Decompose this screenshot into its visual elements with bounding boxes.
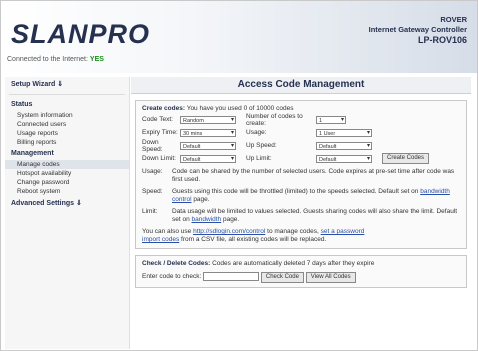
check-codes-title: Check / Delete Codes: bbox=[142, 260, 211, 267]
sidebar-item-billing-reports[interactable]: Billing reports bbox=[5, 138, 129, 147]
help-speed-key: Speed: bbox=[142, 188, 163, 195]
help-speed: Speed: Guests using this code will be th… bbox=[142, 188, 460, 204]
app-window: SLANPRO Connected to the Internet: YES R… bbox=[0, 0, 478, 351]
create-codes-title: Create codes: bbox=[142, 105, 185, 112]
num-codes-label: Number of codes to create: bbox=[246, 112, 303, 127]
check-codes-info: Codes are automatically deleted 7 days a… bbox=[212, 260, 375, 267]
help-speed-pre: Guests using this code will be throttled… bbox=[172, 188, 421, 195]
help-limit-post: page. bbox=[221, 216, 240, 223]
check-codes-panel: Check / Delete Codes: Codes are automati… bbox=[135, 255, 467, 289]
form-row: Down Speed: Default Up Speed: Default bbox=[142, 138, 460, 153]
form-row: Expiry Time: 30 mins Usage: 1 User bbox=[142, 127, 460, 138]
manage-note-mid: to manage codes, bbox=[265, 228, 321, 235]
up-speed-label: Up Speed: bbox=[246, 142, 277, 149]
sidebar-setup-wizard[interactable]: Setup Wizard ⇓ bbox=[5, 77, 129, 91]
code-text-label: Code Text: bbox=[142, 116, 173, 123]
sidebar-item-change-password[interactable]: Change password bbox=[5, 178, 129, 187]
check-code-button[interactable]: Check Code bbox=[260, 272, 304, 284]
sidebar-item-hotspot-availability[interactable]: Hotspot availability bbox=[5, 169, 129, 178]
help-usage: Usage: Code can be shared by the number … bbox=[142, 168, 460, 184]
help-speed-post: page. bbox=[191, 196, 210, 203]
main-content: Access Code Management Create codes: You… bbox=[131, 77, 471, 349]
bandwidth-link[interactable]: bandwidth bbox=[192, 216, 222, 223]
up-speed-select[interactable]: Default bbox=[316, 141, 372, 150]
manage-note-pre: You can also use bbox=[142, 228, 194, 235]
brand-logo: SLANPRO bbox=[11, 19, 151, 49]
sidebar-advanced-settings[interactable]: Advanced Settings ⇓ bbox=[5, 196, 129, 210]
page-title: Access Code Management bbox=[131, 77, 471, 94]
connection-status: Connected to the Internet: YES bbox=[7, 56, 104, 63]
help-limit-key: Limit: bbox=[142, 208, 158, 215]
header: SLANPRO Connected to the Internet: YES R… bbox=[1, 1, 477, 73]
import-codes-link[interactable]: import codes bbox=[142, 236, 179, 243]
check-row: Enter code to check: Check Code View All… bbox=[142, 272, 460, 284]
help-limit-text: Data usage will be limited to values sel… bbox=[172, 208, 460, 224]
product-name: ROVER bbox=[440, 15, 467, 24]
expiry-label: Expiry Time: bbox=[142, 129, 178, 136]
usage-select[interactable]: 1 User bbox=[316, 128, 372, 137]
up-limit-select[interactable]: Default bbox=[316, 154, 372, 163]
divider bbox=[9, 94, 125, 95]
sidebar-item-system-information[interactable]: System information bbox=[5, 111, 129, 120]
product-model: LP-ROV106 bbox=[417, 35, 467, 45]
down-limit-label: Down Limit: bbox=[142, 155, 176, 162]
help-usage-text: Code can be shared by the number of sele… bbox=[172, 168, 455, 183]
expiry-select[interactable]: 30 mins bbox=[180, 128, 236, 137]
sidebar-item-usage-reports[interactable]: Usage reports bbox=[5, 129, 129, 138]
usage-label: Usage: bbox=[246, 129, 267, 136]
code-text-select[interactable]: Random bbox=[180, 115, 236, 124]
form-row: Down Limit: Default Up Limit: Default Cr… bbox=[142, 153, 460, 164]
sidebar-item-reboot-system[interactable]: Reboot system bbox=[5, 187, 129, 196]
sidebar: Setup Wizard ⇓ Status System information… bbox=[5, 77, 130, 349]
create-codes-button[interactable]: Create Codes bbox=[382, 153, 430, 164]
sidebar-management[interactable]: Management bbox=[5, 147, 129, 160]
connection-value: YES bbox=[89, 56, 104, 63]
help-limit: Limit: Data usage will be limited to val… bbox=[142, 208, 460, 224]
help-speed-text: Guests using this code will be throttled… bbox=[172, 188, 460, 204]
create-codes-panel: Create codes: You have you used 0 of 100… bbox=[135, 100, 467, 249]
sdlogin-link[interactable]: http://sdlogin.com/control bbox=[193, 228, 265, 235]
create-codes-info: You have you used 0 of 10000 codes bbox=[186, 105, 294, 112]
form-row: Code Text: Random Number of codes to cre… bbox=[142, 112, 460, 127]
up-limit-label: Up Limit: bbox=[246, 155, 272, 162]
product-desc: Internet Gateway Controller bbox=[368, 25, 467, 34]
down-speed-select[interactable]: Default bbox=[180, 141, 236, 150]
down-limit-select[interactable]: Default bbox=[180, 154, 236, 163]
product-info: ROVER Internet Gateway Controller LP-ROV… bbox=[369, 15, 467, 45]
import-note: from a CSV file, all existing codes will… bbox=[179, 236, 327, 243]
help-usage-key: Usage: bbox=[142, 168, 163, 175]
sidebar-item-manage-codes[interactable]: Manage codes bbox=[5, 160, 129, 169]
enter-code-label: Enter code to check: bbox=[142, 273, 202, 281]
down-speed-label: Down Speed: bbox=[142, 138, 163, 153]
set-password-link[interactable]: set a password bbox=[321, 228, 365, 235]
view-all-codes-button[interactable]: View All Codes bbox=[305, 272, 356, 284]
num-codes-select[interactable]: 1 bbox=[316, 115, 346, 124]
manage-note: You can also use http://sdlogin.com/cont… bbox=[142, 228, 460, 244]
code-check-input[interactable] bbox=[203, 272, 260, 281]
sidebar-status[interactable]: Status bbox=[5, 98, 129, 111]
sidebar-item-connected-users[interactable]: Connected users bbox=[5, 120, 129, 129]
connection-label: Connected to the Internet: bbox=[7, 56, 88, 63]
